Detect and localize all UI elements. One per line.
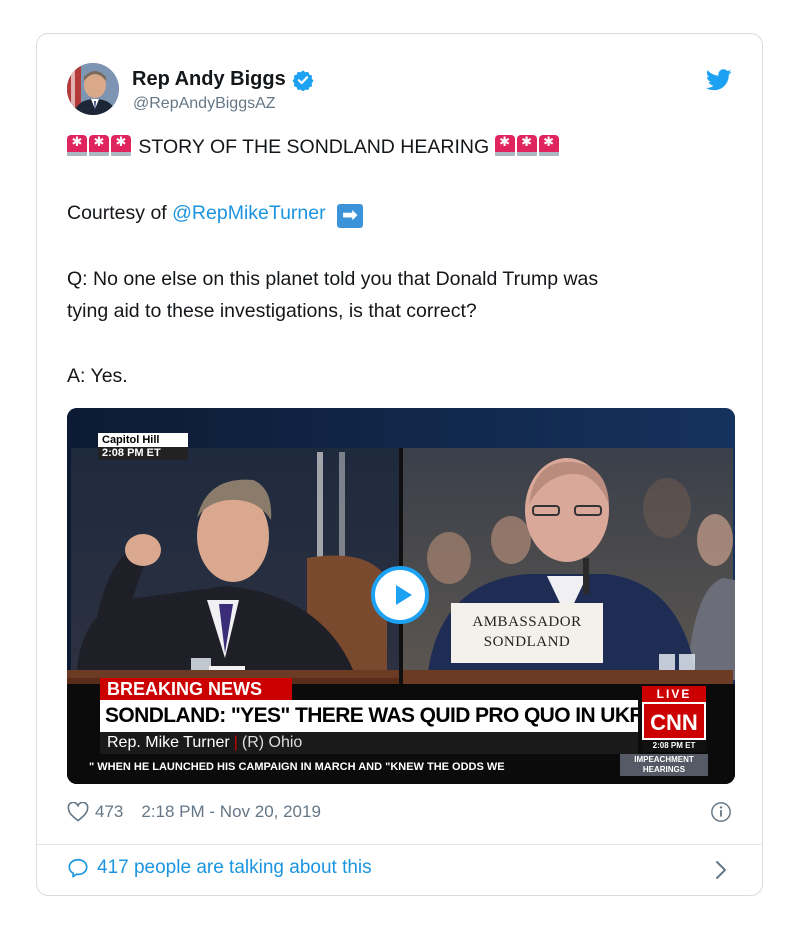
placard-line-2: SONDLAND [483,634,571,650]
author-handle[interactable]: @RepAndyBiggsAZ [133,95,276,113]
speaker-separator: | [233,734,238,751]
speech-bubble-icon [68,858,88,878]
talking-text[interactable]: 417 people are talking about this [97,857,372,879]
conversation-link[interactable]: 417 people are talking about this [67,857,372,879]
siren-emoji [89,134,109,156]
speaker-lower-third: Rep. Mike Turner | (R) Ohio [100,732,638,754]
segment-bug: IMPEACHMENT HEARINGS [620,754,708,776]
like-count[interactable]: 473 [95,802,123,822]
siren-emoji [538,134,559,156]
author-avatar[interactable] [67,63,119,115]
siren-emoji [494,134,515,156]
placard-line-1: AMBASSADOR [472,614,582,630]
siren-emoji [111,134,131,156]
siren-emoji [67,134,87,156]
twitter-bird-icon[interactable] [706,69,732,91]
mention-link[interactable]: @RepMikeTurner [172,202,325,224]
siren-emoji [516,134,537,156]
courtesy-prefix: Courtesy of [67,202,167,224]
network-time: 2:08 PM ET [642,740,706,752]
right-arrow-emoji: ➡ [337,204,364,228]
live-badge: LIVE [642,686,706,702]
location-bug: Capitol Hill 2:08 PM ET [98,433,188,460]
heart-icon[interactable] [67,802,89,822]
news-ticker: " WHEN HE LAUNCHED HIS CAMPAIGN IN MARCH… [89,761,505,773]
question-line-2: tying aid to these investigations, is th… [67,300,477,322]
tweet-meta-row: 473 2:18 PM - Nov 20, 2019 [67,802,321,822]
courtesy-line: Courtesy of @RepMikeTurner ➡ [67,202,364,228]
location-time: 2:08 PM ET [98,447,188,460]
video-player[interactable]: Capitol Hill 2:08 PM ET AMBASSADOR SONDL… [67,408,735,784]
tweet-card: Rep Andy Biggs @RepAndyBiggsAZ STORY OF … [36,33,763,896]
footer-divider [37,844,762,845]
author-display-name[interactable]: Rep Andy Biggs [132,68,286,91]
cnn-logo: CNN [642,702,706,740]
tweet-headline-line: STORY OF THE SONDLAND HEARING [67,134,561,159]
ambassador-placard: AMBASSADOR SONDLAND [451,603,603,663]
chevron-right-icon[interactable] [714,859,728,881]
segment-line-1: IMPEACHMENT [634,755,694,764]
avatar-image [67,63,119,115]
answer-line: A: Yes. [67,365,128,387]
breaking-news-label: BREAKING NEWS [100,678,292,700]
speaker-name: Rep. Mike Turner [107,734,230,751]
info-icon[interactable] [710,801,732,823]
speaker-party: (R) Ohio [241,734,303,751]
location-label: Capitol Hill [102,434,160,446]
play-icon[interactable] [371,566,429,624]
segment-line-2: HEARINGS [642,765,686,774]
tweet-timestamp[interactable]: 2:18 PM - Nov 20, 2019 [141,802,321,822]
question-line-1: Q: No one else on this planet told you t… [67,268,599,290]
tweet-headline: STORY OF THE SONDLAND HEARING [138,136,490,158]
chyron-headline: SONDLAND: "YES" THERE WAS QUID PRO QUO I… [100,700,638,732]
verified-badge-icon [292,69,314,91]
author-name-row[interactable]: Rep Andy Biggs [132,68,314,91]
